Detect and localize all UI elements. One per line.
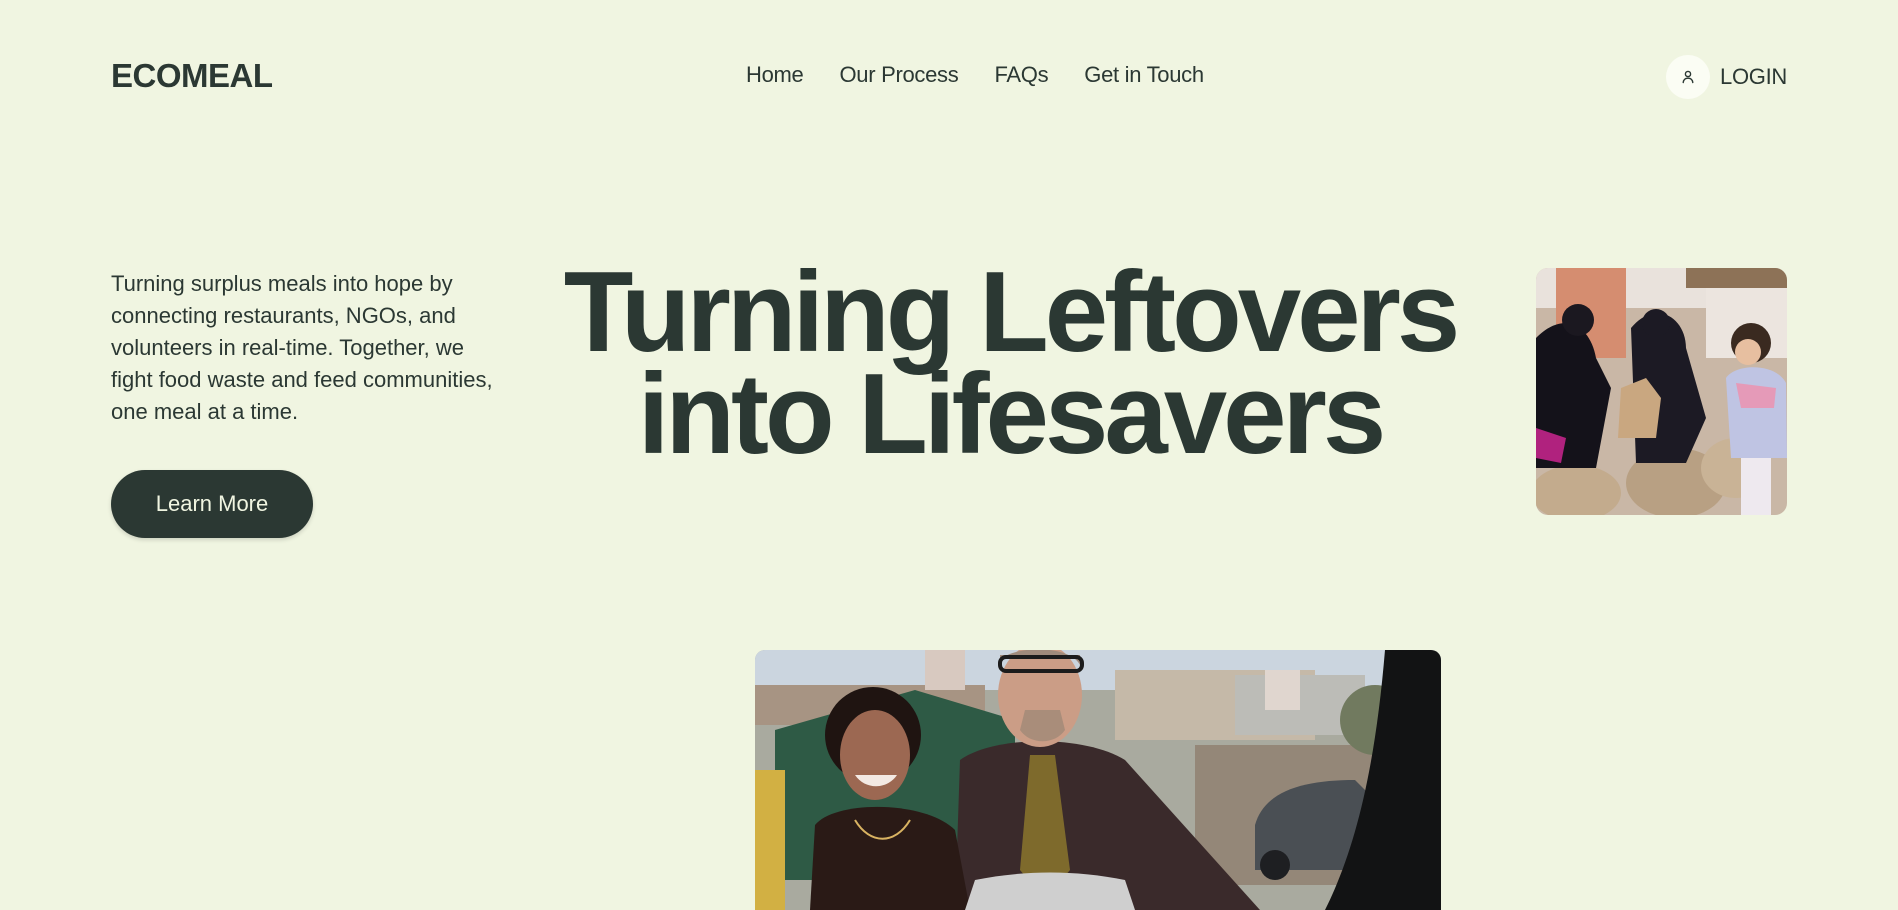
login-button[interactable]: LOGIN: [1666, 55, 1787, 99]
landing-page: ECOMEAL Home Our Process FAQs Get in Tou…: [0, 0, 1898, 910]
nav-faqs[interactable]: FAQs: [994, 62, 1048, 88]
headline-line-2: into Lifesavers: [637, 351, 1387, 478]
hero-description: Turning surplus meals into hope by conne…: [111, 271, 493, 424]
learn-more-button[interactable]: Learn More: [111, 470, 313, 538]
user-icon: [1666, 55, 1711, 99]
hero-headline: Turning Leftovers into Lifesavers: [520, 256, 1500, 472]
nav-get-in-touch[interactable]: Get in Touch: [1084, 62, 1204, 88]
main-nav: Home Our Process FAQs Get in Touch: [746, 62, 1204, 88]
food-distribution-photo: [1536, 268, 1787, 515]
nav-our-process[interactable]: Our Process: [840, 62, 959, 88]
logo[interactable]: ECOMEAL: [111, 57, 273, 95]
volunteers-photo: [755, 650, 1441, 910]
login-label: LOGIN: [1720, 64, 1787, 89]
nav-home[interactable]: Home: [746, 62, 804, 88]
